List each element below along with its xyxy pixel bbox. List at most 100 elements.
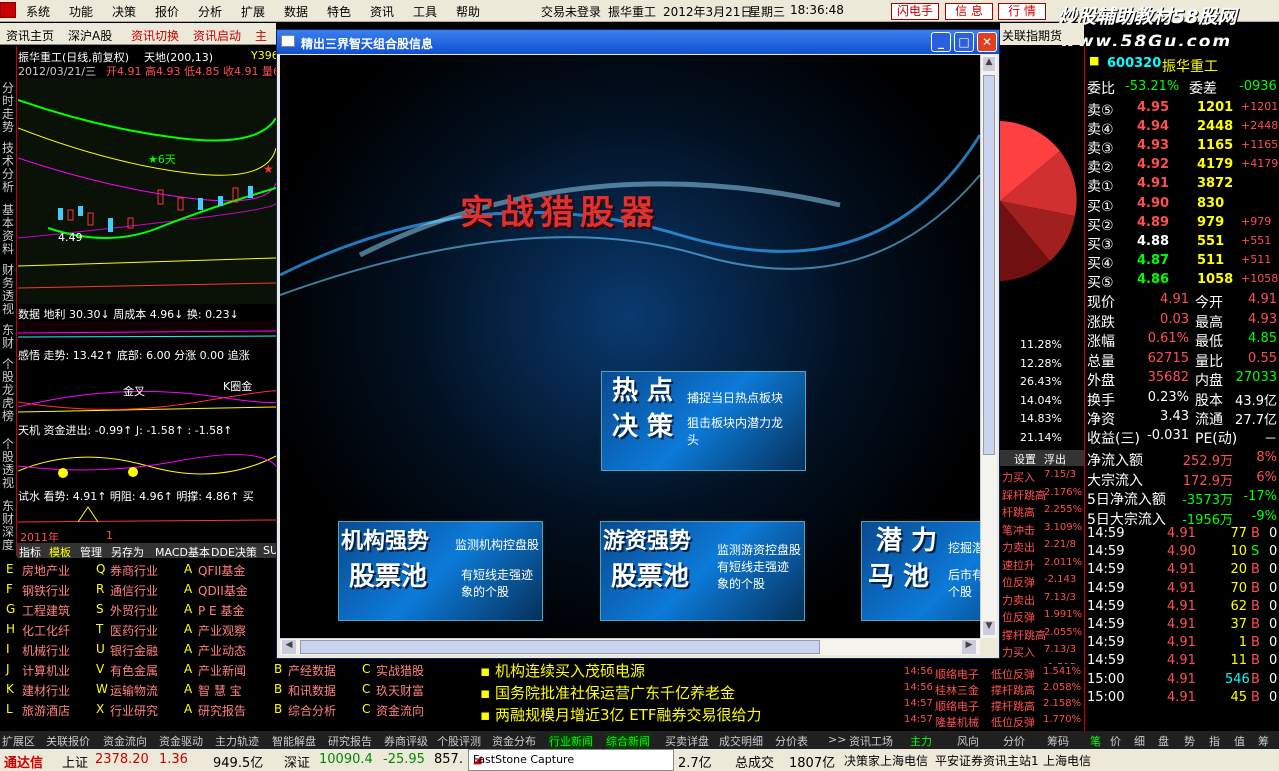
menu-system[interactable]: 系统 (26, 3, 50, 20)
info-home-tab[interactable]: 资讯主页 (6, 27, 54, 44)
menu-data[interactable]: 数据 (284, 3, 308, 20)
bottom-tab[interactable]: 分价表 (775, 733, 808, 749)
bottom-tab[interactable]: 个股评测 (437, 733, 481, 749)
bottom-tab[interactable]: 综合新闻 (606, 733, 650, 749)
market-button[interactable]: 行 情 (998, 3, 1046, 20)
sector-item[interactable]: 化工化纤 (22, 622, 70, 639)
menu-help[interactable]: 帮助 (456, 3, 480, 20)
bottom-tab[interactable]: 资讯工场 (849, 733, 893, 749)
sector-item[interactable]: 有色金属 (110, 662, 158, 679)
shsz-a-tab[interactable]: 深沪A股 (68, 27, 112, 44)
bottom-tab[interactable]: 主力轨迹 (215, 733, 259, 749)
signal-stock[interactable]: 顺络电子 (935, 666, 979, 682)
news-item[interactable]: ▪ 两融规模月增近3亿 ETF融券交易很给力 (480, 704, 762, 725)
bottom-tab[interactable]: 行业新闻 (549, 733, 593, 749)
sector-item[interactable]: 建材行业 (22, 682, 70, 699)
sector-item[interactable]: 行业研究 (110, 702, 158, 719)
bottom-tab-right[interactable]: 筹码 (1047, 733, 1069, 749)
sector-item[interactable]: 外贸行业 (110, 602, 158, 619)
bottom-tab-right[interactable]: 风向 (957, 733, 979, 749)
sector-item[interactable]: 产业观察 (198, 622, 246, 639)
sector-item[interactable]: 券商行业 (110, 562, 158, 579)
sector-item[interactable]: QDII基金 (198, 582, 248, 599)
scroll-left-icon[interactable]: ◀ (282, 640, 296, 654)
bottom-tab-right[interactable]: 价 (1110, 733, 1121, 749)
sector-item[interactable]: 机械行业 (22, 642, 70, 659)
bottom-tab[interactable]: 成交明细 (719, 733, 763, 749)
vtab-depth[interactable]: 东财深度 (1, 500, 15, 552)
sector-item[interactable]: 银行金融 (110, 642, 158, 659)
signal-stock[interactable]: 顺络电子 (935, 698, 979, 714)
sector-item[interactable]: 钢铁行业 (22, 582, 70, 599)
institution-pool-card[interactable]: 机构强势 股票池 监测机构控盘股 有短线走强迹 象的个股 (338, 521, 543, 621)
bottom-tab-right[interactable]: 值 (1234, 733, 1245, 749)
bottom-tab[interactable]: 资金驱动 (159, 733, 203, 749)
info-button[interactable]: 信 息 (945, 3, 993, 20)
close-button[interactable]: ✕ (977, 32, 997, 52)
sector-item[interactable]: 计算机业 (22, 662, 70, 679)
scroll-thumb[interactable] (983, 75, 995, 455)
menu-function[interactable]: 功能 (69, 3, 93, 20)
menu-decision[interactable]: 决策 (112, 3, 136, 20)
bottom-tab[interactable]: 资金流向 (103, 733, 147, 749)
hot-decision-card[interactable]: 热 点 决 策 捕捉当日热点板块 狙击板块内潜力龙 头 (601, 371, 806, 471)
bottom-tab-right[interactable]: 细 (1134, 733, 1145, 749)
scroll-up-icon[interactable]: ▲ (983, 57, 995, 71)
flash-trade-button[interactable]: 闪电手 (891, 3, 939, 20)
sector-item[interactable]: 综合分析 (288, 702, 336, 719)
scroll-down-icon[interactable]: ▼ (983, 621, 995, 635)
potential-pool-card[interactable]: 潜 力 马 池 挖掘潜 后市有 个股 (861, 521, 980, 621)
bottom-tab-right[interactable]: 指 (1209, 733, 1220, 749)
scroll-right-icon[interactable]: ▶ (962, 640, 976, 654)
info-switch-tab[interactable]: 资讯切换 (131, 27, 179, 44)
hscroll-thumb[interactable] (300, 640, 820, 654)
float-tab[interactable]: 浮出 (1044, 451, 1066, 467)
sector-item[interactable]: 产经数据 (288, 662, 336, 679)
sector-item[interactable]: QFII基金 (198, 562, 245, 579)
vtab-technical[interactable]: 技术分析 (1, 142, 15, 194)
menu-extend[interactable]: 扩展 (241, 3, 265, 20)
settings-tab[interactable]: 设置 (1014, 451, 1036, 467)
sector-item[interactable]: 实战猎股 (376, 662, 424, 679)
menu-info[interactable]: 资讯 (370, 3, 394, 20)
bottom-tab-right[interactable]: 势 (1184, 733, 1195, 749)
bottom-tab-right[interactable]: 笔 (1090, 733, 1101, 749)
sector-item[interactable]: 医药行业 (110, 622, 158, 639)
bottom-tab[interactable]: 关联报价 (46, 733, 90, 749)
bottom-tab[interactable]: 扩展区 (2, 733, 35, 749)
bottom-tab[interactable]: >> (828, 733, 846, 746)
bottom-tab-right[interactable]: 分价 (1003, 733, 1025, 749)
sector-item[interactable]: 旅游酒店 (22, 702, 70, 719)
bottom-tab[interactable]: 研究报告 (328, 733, 372, 749)
news-item[interactable]: ▪ 机构连续买入茂硕电源 (480, 660, 645, 681)
horizontal-scrollbar[interactable]: ◀ ▶ (280, 638, 980, 655)
bottom-tab[interactable]: 资金分布 (492, 733, 536, 749)
bottom-tab-right[interactable]: 主力 (910, 733, 932, 749)
signal-stock[interactable]: 桂林三金 (935, 682, 979, 698)
sector-item[interactable]: 和讯数据 (288, 682, 336, 699)
main-tab[interactable]: 主 (255, 27, 267, 44)
info-start-tab[interactable]: 资讯启动 (193, 27, 241, 44)
bottom-tab-right[interactable]: 盘 (1158, 733, 1169, 749)
sector-item[interactable]: 产业动态 (198, 642, 246, 659)
menu-quote[interactable]: 报价 (155, 3, 179, 20)
sector-item[interactable]: 房地产业 (22, 562, 70, 579)
menu-tools[interactable]: 工具 (413, 3, 437, 20)
minimize-button[interactable]: _ (931, 32, 951, 52)
sector-item[interactable]: 产业新闻 (198, 662, 246, 679)
sector-item[interactable]: 研究报告 (198, 702, 246, 719)
sector-item[interactable]: P E 基金 (198, 602, 244, 619)
signal-stock[interactable]: 隆基机械 (935, 714, 979, 730)
vtab-timeshare[interactable]: 分时走势 (1, 82, 15, 134)
bottom-tab[interactable]: 智能解盘 (272, 733, 316, 749)
vertical-scrollbar[interactable]: ▲ ▼ (980, 55, 997, 638)
maximize-button[interactable]: □ (954, 32, 974, 52)
vtab-basic[interactable]: 基本资料 (1, 204, 15, 256)
capture-taskbar-item[interactable]: ◢ FastStone Capture (468, 749, 674, 771)
sector-item[interactable]: 通信行业 (110, 582, 158, 599)
hotmoney-pool-card[interactable]: 游资强势 股票池 监测游资控盘股 有短线走强迹 象的个股 (600, 521, 805, 621)
sector-item[interactable]: 运输物流 (110, 682, 158, 699)
menu-special[interactable]: 特色 (327, 3, 351, 20)
sector-item[interactable]: 工程建筑 (22, 602, 70, 619)
futures-tab[interactable]: 关联指期货 (1000, 23, 1084, 45)
